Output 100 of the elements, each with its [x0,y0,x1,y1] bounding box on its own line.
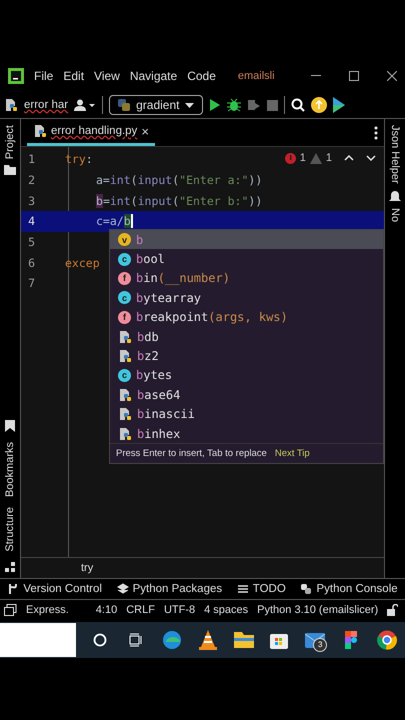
function-badge: f [118,272,131,285]
hint-text: Press Enter to insert, Tab to replace [116,448,267,460]
completion-item[interactable]: bdb [110,326,383,346]
window-icon[interactable] [4,604,17,616]
code-line: b=int(input("Enter b:")) [96,194,262,208]
search-icon[interactable] [291,98,306,112]
module-icon [118,349,132,364]
status-item[interactable]: UTF-8 [164,604,196,616]
next-tip-link[interactable]: Next Tip [274,448,310,460]
chrome-icon[interactable] [377,630,398,650]
update-icon[interactable] [311,97,328,113]
store-icon[interactable] [270,631,288,649]
close-tab-button[interactable]: × [141,124,149,138]
tool-window-button[interactable]: Python Packages [116,583,222,595]
completion-item[interactable]: c bool [110,249,383,269]
line-number: 3 [27,194,35,208]
bookmarks-tool-button[interactable]: Bookmarks [4,442,16,498]
lock-icon[interactable] [387,604,398,616]
module-icon [118,330,132,344]
python-icon [300,583,312,595]
python-file-icon [4,98,18,112]
code-line: a=int(input("Enter a:")) [96,173,262,188]
status-item[interactable]: 4:10 [96,604,118,616]
coverage-icon[interactable] [247,98,262,112]
class-badge: c [118,252,131,266]
class-badge: c [118,291,131,304]
code-line: try: [65,152,93,166]
json-helper-tool-button[interactable]: Json Helper [389,125,401,184]
close-icon[interactable] [387,71,397,81]
menu-item[interactable]: Code [187,69,216,83]
python-file-icon [33,124,47,138]
line-number: 4 [27,214,35,228]
window-title: emailsli [238,70,275,82]
module-icon [118,426,132,441]
line-number: 6 [27,256,35,270]
bug-icon[interactable] [227,98,242,112]
notifications-tool-button[interactable]: No [389,208,401,222]
module-icon [118,407,132,422]
plugin-logo[interactable] [333,97,346,113]
bell-icon [389,190,401,202]
warning-count: 1 [326,152,332,164]
code-line: excep [65,256,100,270]
layers-icon [116,583,129,595]
structure-icon [5,562,15,572]
search-field[interactable] [0,623,76,657]
warning-icon[interactable] [310,152,322,164]
completion-item[interactable]: v b [110,230,383,250]
shapes-icon[interactable] [345,631,358,649]
tool-window-button[interactable]: Python Console [300,583,398,595]
menu-item[interactable]: Edit [63,69,84,83]
menu-item[interactable]: Navigate [130,69,178,83]
folder-icon[interactable] [234,632,254,648]
status-item[interactable]: Python 3.10 (emailslicer) [257,604,378,616]
class-badge: c [118,368,131,382]
menu-item[interactable]: File [34,69,54,83]
project-tool-button[interactable]: Project [4,125,16,160]
branch-icon [7,583,20,595]
menu-item[interactable]: View [94,69,120,83]
python-icon [118,99,130,111]
structure-tool-button[interactable]: Structure [4,507,16,552]
error-icon[interactable] [284,152,296,164]
completion-item[interactable]: binhex [110,424,383,444]
task-view-icon[interactable] [128,633,143,647]
stop-icon[interactable] [267,100,278,110]
down-icon[interactable] [366,155,376,161]
function-badge: f [118,310,131,324]
status-item[interactable]: CRLF [126,604,155,616]
more-icon[interactable] [374,126,378,140]
bookmark-icon [5,420,15,432]
completion-item[interactable]: bz2 [110,346,383,366]
line-number: 2 [27,173,35,188]
status-item[interactable]: 4 spaces [204,604,248,616]
browser-icon[interactable] [162,630,182,650]
breadcrumb[interactable]: try [81,562,94,574]
app-logo [8,68,24,84]
completion-item[interactable]: f bin(__number) [110,268,383,288]
line-number: 5 [27,235,35,250]
up-icon[interactable] [344,155,354,161]
completion-item[interactable]: base64 [110,385,383,405]
run-icon[interactable] [209,98,222,112]
completion-item[interactable]: f breakpoint(args, kws) [110,308,383,327]
completion-item[interactable]: binascii [110,404,383,424]
tool-window-button[interactable]: Version Control [7,583,102,595]
maximize-icon[interactable] [349,71,359,81]
folder-icon [4,165,16,176]
status-item[interactable]: Express. [26,604,69,616]
mail-badge: 3 [313,638,328,652]
tool-window-button[interactable]: TODO [236,583,286,595]
current-file[interactable]: error har [24,99,68,111]
completion-item[interactable]: c bytes [110,366,383,386]
circle-icon[interactable] [92,633,107,647]
user-icon[interactable] [74,99,96,111]
module-icon [118,388,132,402]
line-number: 1 [27,152,35,166]
list-icon [236,583,249,595]
minimize-icon[interactable] [311,75,321,77]
cone-icon[interactable] [198,630,217,650]
line-number: 7 [27,276,35,290]
completion-item[interactable]: c bytearray [110,288,383,308]
run-config-dropdown[interactable]: gradient [109,95,204,115]
